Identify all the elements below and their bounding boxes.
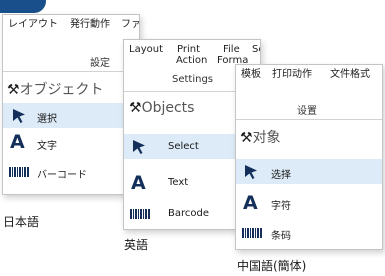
objects-header: ⚒对象 xyxy=(240,127,281,147)
menu-template[interactable]: 模板 xyxy=(241,69,261,80)
tool-select[interactable]: 选择 xyxy=(236,159,382,184)
menu-settings-cut[interactable]: Se xyxy=(252,44,260,55)
tool-barcode[interactable]: バーコード xyxy=(3,158,139,186)
tool-select-label: Select xyxy=(168,141,199,152)
divider xyxy=(236,119,382,120)
tool-barcode[interactable]: 条码 xyxy=(236,222,382,246)
caption-japanese: 日本語 xyxy=(3,215,40,229)
cursor-arrow-icon xyxy=(245,165,257,179)
panel-chinese: 模板 打印动作 文件格式 设置 ⚒对象 选择 A 字符 条码 xyxy=(235,64,383,250)
objects-header: ⚒オブジェクト xyxy=(7,79,104,99)
tools-icon: ⚒ xyxy=(240,130,253,146)
tool-select-label: 選択 xyxy=(37,114,57,125)
objects-header-label: オブジェクト xyxy=(19,82,104,98)
tool-text-label: 文字 xyxy=(37,141,57,152)
objects-header-label: Objects xyxy=(141,100,195,116)
text-a-icon: A xyxy=(10,131,25,153)
tool-text[interactable]: A 文字 xyxy=(3,128,139,158)
tool-text-label: 字符 xyxy=(271,201,291,212)
cursor-arrow-icon xyxy=(13,109,25,123)
settings-label[interactable]: 設定 xyxy=(90,54,110,69)
tool-barcode-label: 条码 xyxy=(271,231,291,242)
tools-icon: ⚒ xyxy=(7,82,20,98)
tool-select[interactable]: 選択 xyxy=(3,103,139,128)
caption-english: 英語 xyxy=(124,238,149,252)
menu-print-action[interactable]: 発行動作 xyxy=(70,19,110,30)
settings-label[interactable]: Settings xyxy=(172,74,213,85)
tool-select-label: 选择 xyxy=(271,170,291,181)
text-a-icon: A xyxy=(243,192,258,214)
cursor-arrow-icon xyxy=(133,140,145,154)
tool-barcode-label: バーコード xyxy=(37,170,87,181)
panel-japanese: レイアウト 発行動作 ファイル形 設定 ⚒オブジェクト 選択 A 文字 バーコー… xyxy=(2,14,140,195)
tools-icon: ⚒ xyxy=(129,100,142,116)
menu-file-format[interactable]: 文件格式 xyxy=(330,69,370,80)
tool-text[interactable]: A 字符 xyxy=(236,189,382,217)
tool-text-label: Text xyxy=(168,177,189,188)
tool-barcode-label: Barcode xyxy=(168,208,209,219)
objects-header-label: 对象 xyxy=(252,130,281,146)
objects-header: ⚒Objects xyxy=(129,100,194,116)
menu-file-format[interactable]: File xyxy=(223,44,240,55)
text-a-icon: A xyxy=(131,172,146,194)
barcode-icon xyxy=(130,209,150,219)
barcode-icon xyxy=(9,167,29,177)
menu-print-action[interactable]: 打印动作 xyxy=(272,69,312,80)
menu-layout[interactable]: Layout xyxy=(129,44,163,55)
menu-layout[interactable]: レイアウト xyxy=(8,19,58,30)
menu-print-action[interactable]: Print xyxy=(177,44,200,55)
menu-print-action-line2: Action xyxy=(176,55,208,66)
settings-label[interactable]: 设置 xyxy=(297,102,317,117)
accent-badge xyxy=(0,0,46,13)
caption-chinese: 中国語(簡体) xyxy=(237,259,307,273)
barcode-icon xyxy=(242,228,262,238)
divider xyxy=(3,71,139,72)
menu-file-format[interactable]: ファイル形 xyxy=(121,19,139,30)
